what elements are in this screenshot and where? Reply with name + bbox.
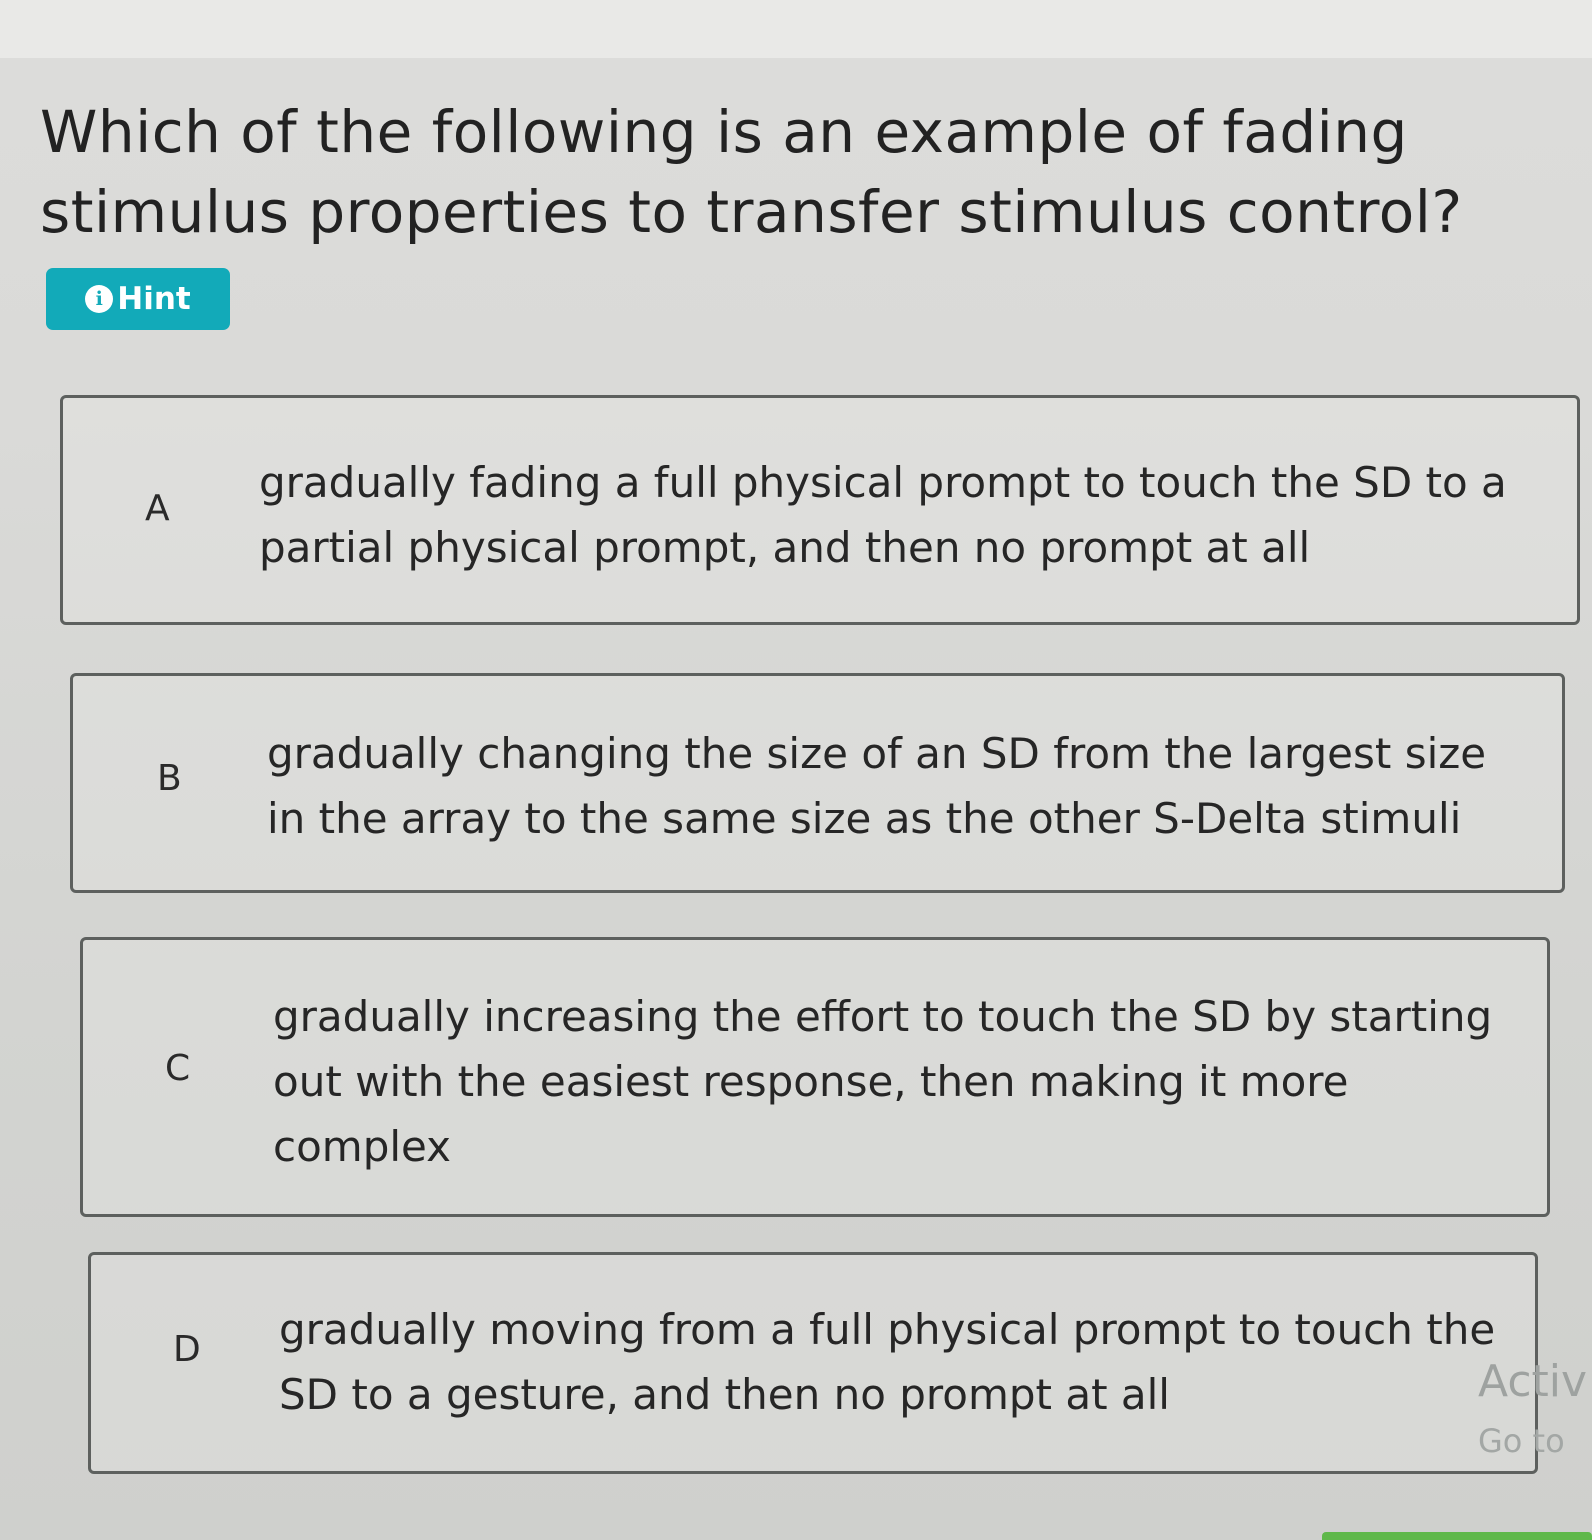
option-letter-a: A xyxy=(145,488,170,529)
option-text-c: gradually increasing the effort to touch… xyxy=(273,992,1493,1171)
answer-option-a[interactable]: A gradually fading a full physical promp… xyxy=(60,395,1580,625)
info-icon: i xyxy=(85,285,114,313)
hint-label: Hint xyxy=(117,281,191,317)
question-line-2: stimulus properties to transfer stimulus… xyxy=(40,178,1463,246)
hint-button[interactable]: i Hint xyxy=(46,268,230,330)
option-letter-b: B xyxy=(157,758,182,799)
answer-option-d[interactable]: D gradually moving from a full physical … xyxy=(88,1252,1538,1474)
next-button-edge[interactable] xyxy=(1322,1532,1592,1540)
option-letter-c: C xyxy=(165,1048,191,1089)
option-text-b: gradually changing the size of an SD fro… xyxy=(267,729,1487,843)
answer-option-b[interactable]: B gradually changing the size of an SD f… xyxy=(70,673,1565,893)
option-text-d: gradually moving from a full physical pr… xyxy=(279,1305,1496,1419)
activate-windows-watermark: Activ xyxy=(1478,1356,1588,1407)
question-line-1: Which of the following is an example of … xyxy=(40,98,1408,166)
answer-option-c[interactable]: C gradually increasing the effort to tou… xyxy=(80,937,1550,1217)
question-text: Which of the following is an example of … xyxy=(40,92,1500,252)
option-text-a: gradually fading a full physical prompt … xyxy=(259,458,1507,572)
top-strip xyxy=(0,0,1592,58)
activate-windows-subtext: Go to xyxy=(1478,1422,1565,1460)
option-letter-d: D xyxy=(173,1329,201,1370)
